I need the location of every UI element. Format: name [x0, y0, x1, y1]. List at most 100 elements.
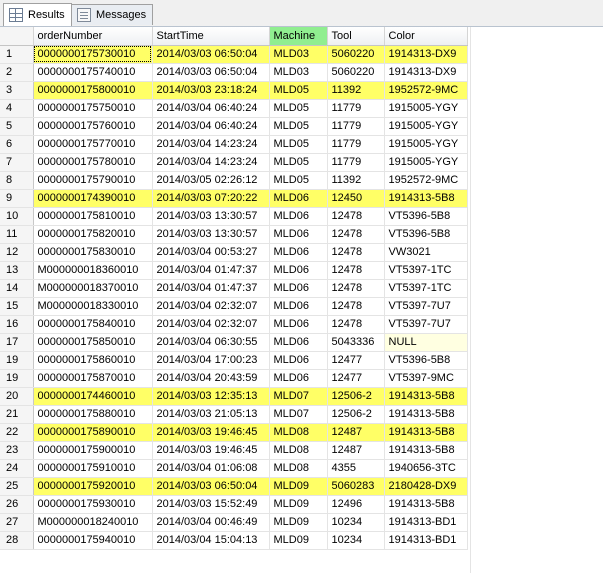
- cell-color[interactable]: 1914313-DX9: [384, 45, 468, 64]
- table-row[interactable]: 25 0000000175920010 2014/03/03 06:50:04 MLD…: [0, 477, 468, 496]
- cell-tool[interactable]: 12478: [327, 315, 385, 334]
- table-row[interactable]: 27 M000000018240010 2014/03/04 00:46:49 MLD…: [0, 513, 468, 532]
- row-number[interactable]: 23: [0, 441, 34, 460]
- cell-order-number[interactable]: 0000000175800010: [33, 81, 153, 100]
- table-row[interactable]: 28 0000000175940010 2014/03/04 15:04:13 MLD…: [0, 531, 468, 550]
- row-number[interactable]: 1: [0, 45, 34, 64]
- table-row[interactable]: 1 0000000175730010 2014/03/03 06:50:04 MLD0…: [0, 45, 468, 64]
- cell-machine[interactable]: MLD06: [269, 297, 328, 316]
- cell-tool[interactable]: 11779: [327, 153, 385, 172]
- row-number[interactable]: 27: [0, 513, 34, 532]
- cell-color[interactable]: 1915005-YGY: [384, 99, 468, 118]
- cell-order-number[interactable]: M000000018240010: [33, 513, 153, 532]
- row-number[interactable]: 16: [0, 315, 34, 334]
- row-number[interactable]: 2: [0, 63, 34, 82]
- cell-machine[interactable]: MLD08: [269, 459, 328, 478]
- cell-machine[interactable]: MLD05: [269, 81, 328, 100]
- cell-color[interactable]: 1940656-3TC: [384, 459, 468, 478]
- cell-color[interactable]: 1914313-5B8: [384, 405, 468, 424]
- cell-color[interactable]: VT5397-1TC: [384, 279, 468, 298]
- column-header-color[interactable]: Color: [384, 27, 468, 46]
- cell-start-time[interactable]: 2014/03/04 01:47:37: [152, 261, 270, 280]
- cell-order-number[interactable]: 0000000175900010: [33, 441, 153, 460]
- cell-tool[interactable]: 12478: [327, 279, 385, 298]
- cell-color[interactable]: VT5397-7U7: [384, 315, 468, 334]
- column-header-ordernumber[interactable]: orderNumber: [33, 27, 153, 46]
- column-header-tool[interactable]: Tool: [327, 27, 385, 46]
- cell-order-number[interactable]: 0000000175940010: [33, 531, 153, 550]
- cell-machine[interactable]: MLD09: [269, 531, 328, 550]
- cell-order-number[interactable]: 0000000175930010: [33, 495, 153, 514]
- cell-start-time[interactable]: 2014/03/04 00:46:49: [152, 513, 270, 532]
- cell-machine[interactable]: MLD09: [269, 513, 328, 532]
- cell-color[interactable]: 1914313-5B8: [384, 189, 468, 208]
- cell-tool[interactable]: 12487: [327, 423, 385, 442]
- table-row[interactable]: 20 0000000174460010 2014/03/03 12:35:13 MLD…: [0, 387, 468, 406]
- cell-tool[interactable]: 12506-2: [327, 387, 385, 406]
- cell-order-number[interactable]: M000000018370010: [33, 279, 153, 298]
- cell-order-number[interactable]: 0000000175730010: [33, 45, 153, 64]
- table-row[interactable]: 16 0000000175840010 2014/03/04 02:32:07 MLD…: [0, 315, 468, 334]
- cell-order-number[interactable]: 0000000175820010: [33, 225, 153, 244]
- cell-order-number[interactable]: 0000000175920010: [33, 477, 153, 496]
- table-row[interactable]: 21 0000000175880010 2014/03/03 21:05:13 MLD…: [0, 405, 468, 424]
- cell-color[interactable]: 1914313-5B8: [384, 495, 468, 514]
- cell-start-time[interactable]: 2014/03/03 07:20:22: [152, 189, 270, 208]
- cell-order-number[interactable]: 0000000175870010: [33, 369, 153, 388]
- cell-machine[interactable]: MLD06: [269, 261, 328, 280]
- cell-machine[interactable]: MLD08: [269, 441, 328, 460]
- cell-color[interactable]: 1914313-5B8: [384, 441, 468, 460]
- cell-tool[interactable]: 12478: [327, 225, 385, 244]
- row-number[interactable]: 26: [0, 495, 34, 514]
- cell-start-time[interactable]: 2014/03/04 02:32:07: [152, 297, 270, 316]
- cell-tool[interactable]: 5060220: [327, 45, 385, 64]
- cell-order-number[interactable]: 0000000175850010: [33, 333, 153, 352]
- cell-tool[interactable]: 12478: [327, 243, 385, 262]
- cell-order-number[interactable]: 0000000174460010: [33, 387, 153, 406]
- table-row[interactable]: 3 0000000175800010 2014/03/03 23:18:24 MLD0…: [0, 81, 468, 100]
- cell-order-number[interactable]: 0000000175780010: [33, 153, 153, 172]
- table-row[interactable]: 4 0000000175750010 2014/03/04 06:40:24 MLD0…: [0, 99, 468, 118]
- tab-results[interactable]: Results: [3, 3, 72, 26]
- cell-tool[interactable]: 11779: [327, 135, 385, 154]
- cell-order-number[interactable]: 0000000175750010: [33, 99, 153, 118]
- cell-tool[interactable]: 12478: [327, 261, 385, 280]
- row-number[interactable]: 4: [0, 99, 34, 118]
- row-number[interactable]: 9: [0, 189, 34, 208]
- table-row[interactable]: 23 0000000175900010 2014/03/03 19:46:45 MLD…: [0, 441, 468, 460]
- cell-machine[interactable]: MLD05: [269, 99, 328, 118]
- cell-machine[interactable]: MLD03: [269, 45, 328, 64]
- cell-machine[interactable]: MLD07: [269, 405, 328, 424]
- cell-order-number[interactable]: 0000000175760010: [33, 117, 153, 136]
- cell-order-number[interactable]: 0000000174390010: [33, 189, 153, 208]
- cell-order-number[interactable]: 0000000175830010: [33, 243, 153, 262]
- cell-color[interactable]: 1915005-YGY: [384, 153, 468, 172]
- cell-start-time[interactable]: 2014/03/03 06:50:04: [152, 45, 270, 64]
- cell-order-number[interactable]: 0000000175790010: [33, 171, 153, 190]
- cell-start-time[interactable]: 2014/03/04 15:04:13: [152, 531, 270, 550]
- cell-order-number[interactable]: M000000018330010: [33, 297, 153, 316]
- cell-order-number[interactable]: 0000000175890010: [33, 423, 153, 442]
- cell-machine[interactable]: MLD03: [269, 63, 328, 82]
- cell-machine[interactable]: MLD06: [269, 315, 328, 334]
- cell-start-time[interactable]: 2014/03/03 13:30:57: [152, 225, 270, 244]
- cell-color[interactable]: 1914313-5B8: [384, 423, 468, 442]
- table-row[interactable]: 24 0000000175910010 2014/03/04 01:06:08 MLD…: [0, 459, 468, 478]
- cell-start-time[interactable]: 2014/03/04 06:40:24: [152, 117, 270, 136]
- cell-machine[interactable]: MLD06: [269, 279, 328, 298]
- cell-tool[interactable]: 12477: [327, 351, 385, 370]
- cell-start-time[interactable]: 2014/03/05 02:26:12: [152, 171, 270, 190]
- cell-color[interactable]: VT5397-1TC: [384, 261, 468, 280]
- cell-color[interactable]: VT5397-9MC: [384, 369, 468, 388]
- cell-tool[interactable]: 10234: [327, 531, 385, 550]
- cell-tool[interactable]: 4355: [327, 459, 385, 478]
- cell-start-time[interactable]: 2014/03/04 01:06:08: [152, 459, 270, 478]
- row-number[interactable]: 12: [0, 243, 34, 262]
- cell-color[interactable]: 1914313-BD1: [384, 513, 468, 532]
- cell-machine[interactable]: MLD08: [269, 423, 328, 442]
- cell-tool[interactable]: 12450: [327, 189, 385, 208]
- cell-start-time[interactable]: 2014/03/03 12:35:13: [152, 387, 270, 406]
- cell-tool[interactable]: 12506-2: [327, 405, 385, 424]
- row-number[interactable]: 22: [0, 423, 34, 442]
- cell-tool[interactable]: 12477: [327, 369, 385, 388]
